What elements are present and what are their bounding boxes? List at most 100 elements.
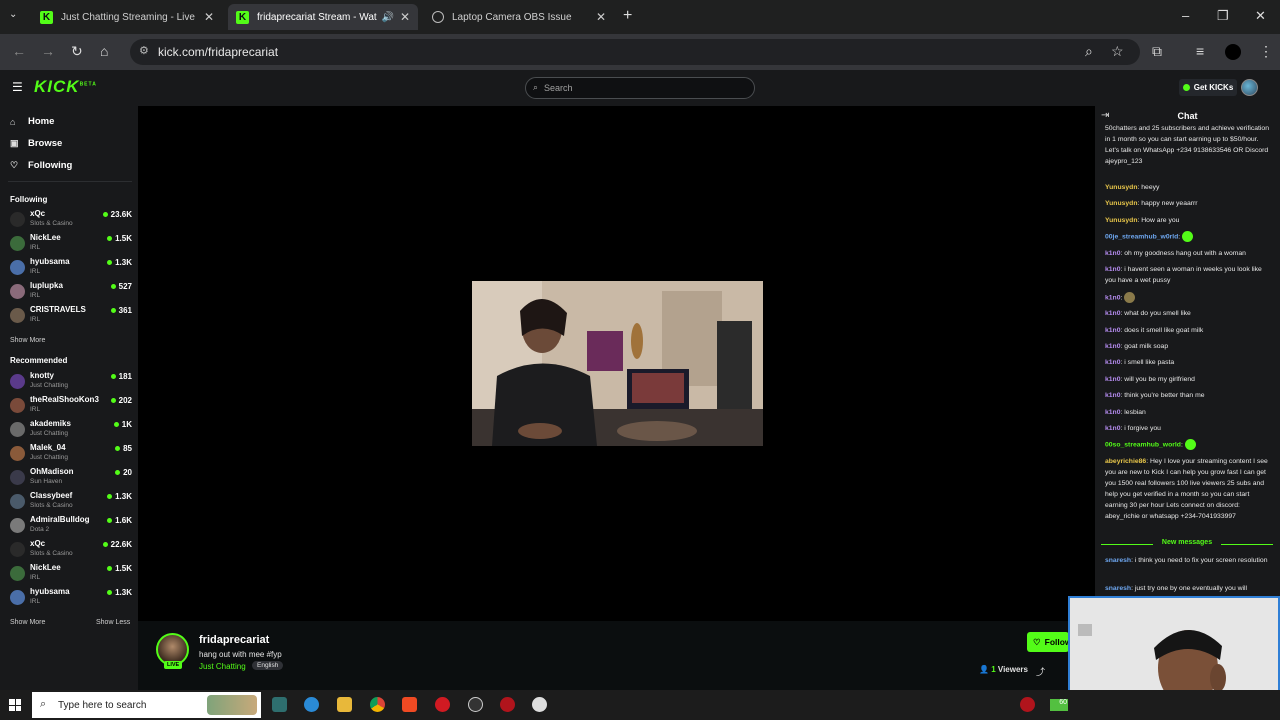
windows-start-icon[interactable] bbox=[9, 699, 21, 711]
nav-home[interactable]: ⌂ Home bbox=[10, 116, 54, 127]
chat-username[interactable]: Yunusydn bbox=[1105, 200, 1137, 207]
sidebar-channel-nicklee-2[interactable]: NickLee IRL 1.5K bbox=[8, 563, 132, 585]
viewers-icon: 👤 bbox=[979, 665, 989, 674]
sidebar-channel-xqc[interactable]: xQc Slots & Casino 23.6K bbox=[8, 209, 132, 231]
app-white-icon[interactable] bbox=[532, 697, 547, 712]
viewer-count: 181 bbox=[110, 372, 132, 381]
chat-username[interactable]: k1n0 bbox=[1105, 425, 1121, 432]
tab-just-chatting[interactable]: K Just Chatting Streaming - Live Streams… bbox=[32, 4, 222, 30]
media-controls-icon[interactable]: ≡ bbox=[1196, 43, 1204, 59]
file-explorer-icon[interactable] bbox=[337, 697, 352, 712]
language-tag[interactable]: English bbox=[252, 661, 284, 670]
tray-red-icon[interactable] bbox=[1020, 697, 1035, 712]
sidebar-channel-xqc-2[interactable]: xQc Slots & Casino 22.6K bbox=[8, 539, 132, 561]
chat-username[interactable]: snaresh bbox=[1105, 557, 1131, 564]
recommended-show-less-button[interactable]: Show Less bbox=[96, 619, 130, 626]
chat-username[interactable]: Yunusydn bbox=[1105, 217, 1137, 224]
chat-username[interactable]: 00so_streamhub_world bbox=[1105, 441, 1181, 448]
chat-username[interactable]: k1n0 bbox=[1105, 327, 1121, 334]
chat-username[interactable]: snaresh bbox=[1105, 585, 1131, 592]
sidebar-channel-admiralbulldog[interactable]: AdmiralBulldog Dota 2 1.6K bbox=[8, 515, 132, 537]
maximize-window-button[interactable]: ❐ bbox=[1217, 8, 1229, 24]
chrome-icon[interactable] bbox=[370, 697, 385, 712]
forward-icon[interactable]: → bbox=[41, 43, 55, 59]
chat-username[interactable]: k1n0 bbox=[1105, 376, 1121, 383]
chat-username[interactable]: k1n0 bbox=[1105, 294, 1121, 301]
sidebar-channel-cristravels[interactable]: CRISTRAVELS IRL 361 bbox=[8, 305, 132, 327]
chat-username[interactable]: k1n0 bbox=[1105, 266, 1121, 273]
nav-following[interactable]: ♡ Following bbox=[10, 160, 72, 171]
edge-icon[interactable] bbox=[304, 697, 319, 712]
extensions-icon[interactable]: ⧉ bbox=[1152, 43, 1162, 60]
chat-username[interactable]: 00je_streamhub_w0rld bbox=[1105, 233, 1178, 240]
tab-laptop-camera[interactable]: Laptop Camera OBS Issue ✕ bbox=[424, 4, 614, 30]
close-tab-icon[interactable]: ✕ bbox=[596, 10, 606, 24]
task-view-icon[interactable] bbox=[272, 697, 287, 712]
following-show-more-button[interactable]: Show More bbox=[10, 337, 45, 344]
share-icon[interactable]: ⤴ bbox=[1036, 665, 1045, 678]
opera-icon[interactable] bbox=[435, 697, 450, 712]
zoom-icon[interactable]: ⌕ bbox=[1085, 43, 1093, 60]
stream-video-frame[interactable] bbox=[472, 281, 763, 446]
stream-video-image bbox=[472, 281, 763, 446]
home-icon[interactable]: ⌂ bbox=[100, 43, 108, 59]
obs-icon[interactable] bbox=[468, 697, 483, 712]
sidebar-channel-malek04[interactable]: Malek_04 Just Chatting 85 bbox=[8, 443, 132, 465]
brave-icon[interactable] bbox=[402, 697, 417, 712]
sidebar-channel-classybeef[interactable]: Classybeef Slots & Casino 1.3K bbox=[8, 491, 132, 513]
chat-text: lesbian bbox=[1124, 409, 1146, 416]
close-tab-icon[interactable]: ✕ bbox=[400, 10, 410, 24]
close-tab-icon[interactable]: ✕ bbox=[204, 10, 214, 24]
chat-username[interactable]: abeyrichie86 bbox=[1105, 458, 1146, 465]
tab-search-icon[interactable]: ⌄ bbox=[9, 9, 17, 20]
taskbar-search-input[interactable]: ⌕ Type here to search bbox=[32, 692, 261, 718]
new-messages-divider[interactable]: New messages bbox=[1101, 539, 1273, 549]
chat-message: 50chatters and 25 subscribers and achiev… bbox=[1105, 123, 1271, 167]
new-tab-button[interactable]: + bbox=[623, 7, 632, 25]
app-red-icon[interactable] bbox=[500, 697, 515, 712]
close-window-button[interactable]: ✕ bbox=[1255, 8, 1266, 24]
streamer-name[interactable]: fridaprecariat bbox=[199, 634, 269, 646]
sidebar-channel-nicklee[interactable]: NickLee IRL 1.5K bbox=[8, 233, 132, 255]
back-icon[interactable]: ← bbox=[12, 43, 26, 59]
sidebar-channel-luplupka[interactable]: luplupka IRL 527 bbox=[8, 281, 132, 303]
user-avatar[interactable] bbox=[1241, 79, 1258, 96]
reload-icon[interactable]: ↻ bbox=[71, 43, 83, 60]
get-kicks-button[interactable]: Get KICKs bbox=[1179, 79, 1237, 96]
follow-button[interactable]: ♡ Follow bbox=[1027, 632, 1072, 652]
minimize-window-button[interactable]: – bbox=[1182, 8, 1189, 23]
menu-kebab-icon[interactable]: ⋮ bbox=[1259, 43, 1273, 60]
chat-username[interactable]: k1n0 bbox=[1105, 409, 1121, 416]
video-player[interactable] bbox=[138, 106, 1095, 621]
chat-username[interactable]: k1n0 bbox=[1105, 310, 1121, 317]
chat-username[interactable]: k1n0 bbox=[1105, 343, 1121, 350]
chat-username[interactable]: k1n0 bbox=[1105, 359, 1121, 366]
sidebar-channel-akademiks[interactable]: akademiks Just Chatting 1K bbox=[8, 419, 132, 441]
chat-username[interactable]: k1n0 bbox=[1105, 392, 1121, 399]
hamburger-menu-icon[interactable]: ☰ bbox=[12, 80, 23, 94]
site-info-icon[interactable]: ⚙ bbox=[139, 44, 149, 57]
address-bar[interactable]: ⚙ kick.com/fridaprecariat bbox=[130, 39, 1140, 65]
chat-username[interactable]: Yunusydn bbox=[1105, 184, 1137, 191]
tab-fridaprecariat[interactable]: K fridaprecariat Stream - Watch Live 🔊 ✕ bbox=[228, 4, 418, 30]
chat-text: Hey I love your streaming content I see … bbox=[1105, 458, 1268, 520]
chat-username[interactable]: k1n0 bbox=[1105, 250, 1121, 257]
bookmark-star-icon[interactable]: ☆ bbox=[1111, 43, 1124, 60]
avatar bbox=[10, 566, 25, 581]
sidebar-channel-therealshookon3[interactable]: theRealShooKon3 IRL 202 bbox=[8, 395, 132, 417]
sidebar-channel-hyubsama[interactable]: hyubsama IRL 1.3K bbox=[8, 257, 132, 279]
stream-category-link[interactable]: Just Chatting bbox=[199, 662, 246, 671]
sidebar-channel-ohmadison[interactable]: OhMadison Sun Haven 20 bbox=[8, 467, 132, 489]
profile-avatar[interactable] bbox=[1225, 44, 1241, 60]
nav-browse[interactable]: ▣ Browse bbox=[10, 138, 62, 149]
sidebar-channel-hyubsama-2[interactable]: hyubsama IRL 1.3K bbox=[8, 587, 132, 609]
recommended-show-more-button[interactable]: Show More bbox=[10, 619, 45, 626]
chat-text: does it smell like goat milk bbox=[1124, 327, 1204, 334]
battery-indicator[interactable]: 60 bbox=[1050, 699, 1068, 711]
speaker-icon[interactable]: 🔊 bbox=[381, 12, 393, 23]
avatar bbox=[10, 494, 25, 509]
sidebar-channel-knotty[interactable]: knotty Just Chatting 181 bbox=[8, 371, 132, 393]
kick-logo[interactable]: KICKBETA bbox=[34, 77, 97, 97]
chat-message: abeyrichie86: Hey I love your streaming … bbox=[1105, 456, 1271, 522]
search-input[interactable]: ⌕ Search bbox=[525, 77, 755, 99]
